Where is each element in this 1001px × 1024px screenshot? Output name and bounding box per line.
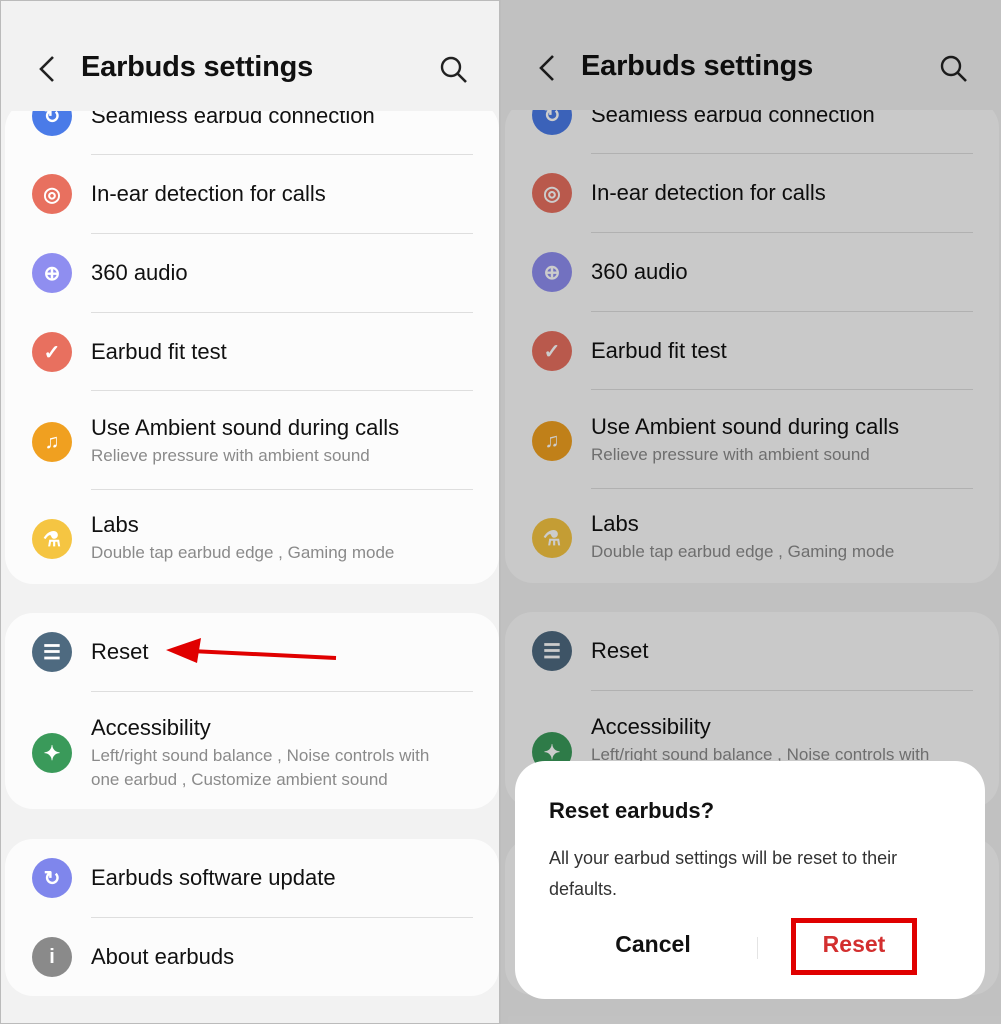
item-subtitle: Left/right sound balance , Noise control… [91, 746, 430, 765]
sliders-icon: ☰ [32, 632, 72, 672]
item-title: Labs [91, 512, 139, 537]
item-title: Earbuds software update [91, 865, 336, 890]
settings-screen: Earbuds settings ↻ Seamless earbud connect… [0, 0, 500, 1024]
app-header: Earbuds settings [1, 1, 499, 111]
annotation-arrow [161, 631, 341, 676]
divider [91, 312, 473, 313]
item-subtitle: one earbud , Customize ambient sound [91, 770, 388, 789]
accessibility-icon: ✦ [32, 733, 72, 773]
settings-group: ↻ Earbuds software update i About earbuds [5, 839, 499, 996]
item-title: Use Ambient sound during calls [91, 415, 400, 440]
ear-icon: ◎ [32, 174, 72, 214]
divider [91, 233, 473, 234]
item-subtitle: Relieve pressure with ambient sound [91, 446, 370, 465]
list-item-accessibility[interactable]: ✦ Accessibility Left/right sound balance ,… [5, 693, 499, 789]
dialog-title: Reset earbuds? [549, 798, 715, 823]
button-separator [757, 937, 758, 959]
list-item-fit-test[interactable]: ✓ Earbud fit test [5, 317, 499, 387]
item-title: 360 audio [91, 260, 188, 285]
settings-group: ↻ Seamless earbud connection ◎ In-ear detec… [5, 96, 499, 584]
item-title: Earbud fit test [91, 339, 227, 364]
highlight-box [791, 918, 917, 975]
list-item-update[interactable]: ↻ Earbuds software update [5, 843, 499, 913]
list-item-labs[interactable]: ⚗ Labs Double tap earbud edge , Gaming mod… [5, 490, 499, 562]
dialog-message: All your earbud settings will be reset t… [549, 848, 898, 899]
divider [91, 917, 473, 918]
page-title: Earbuds settings [81, 51, 314, 83]
list-item-ambient[interactable]: ♫ Use Ambient sound during calls Relieve p… [5, 393, 499, 465]
divider [91, 489, 473, 490]
item-title: Reset [91, 639, 149, 664]
settings-screen-with-dialog: Earbuds settings ↻ Seamless earbud connect… [501, 0, 1001, 1024]
info-icon: i [32, 937, 72, 977]
search-button[interactable] [439, 55, 469, 85]
back-button[interactable] [35, 53, 59, 85]
flask-icon: ⚗ [32, 519, 72, 559]
item-subtitle: Double tap earbud edge , Gaming mode [91, 543, 395, 562]
cancel-button[interactable]: Cancel [573, 931, 733, 958]
search-icon [440, 56, 467, 83]
divider [91, 154, 473, 155]
update-icon: ↻ [32, 858, 72, 898]
item-title: Accessibility [91, 715, 211, 740]
divider [91, 390, 473, 391]
fit-test-icon: ✓ [32, 332, 72, 372]
list-item-360-audio[interactable]: ⊕ 360 audio [5, 238, 499, 308]
back-chevron-icon [39, 56, 54, 82]
list-item-in-ear[interactable]: ◎ In-ear detection for calls [5, 159, 499, 229]
item-title: In-ear detection for calls [91, 181, 326, 206]
list-item-about[interactable]: i About earbuds [5, 922, 499, 992]
divider [91, 691, 473, 692]
reset-dialog: Reset earbuds? All your earbud settings w… [515, 761, 985, 999]
item-title: About earbuds [91, 944, 235, 969]
globe-icon: ⊕ [32, 253, 72, 293]
ambient-sound-icon: ♫ [32, 422, 72, 462]
